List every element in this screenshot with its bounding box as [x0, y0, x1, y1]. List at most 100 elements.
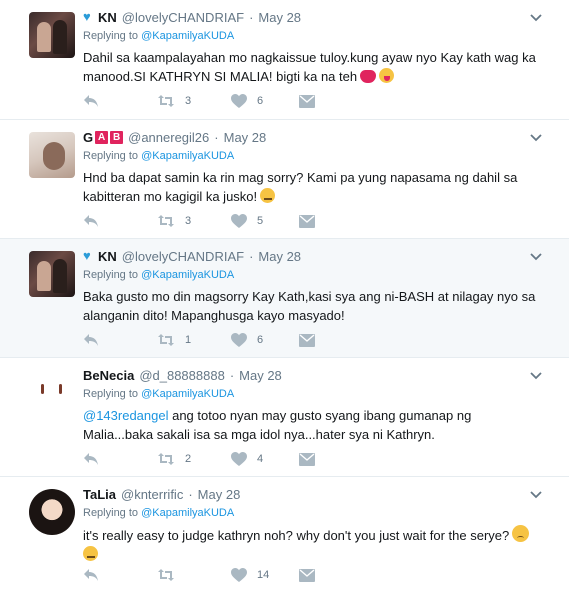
tweet-time[interactable]: May 28: [239, 368, 282, 383]
reply-icon: [84, 334, 98, 346]
like-count: 5: [257, 215, 264, 227]
reply-button[interactable]: [83, 94, 157, 108]
user-handle[interactable]: @lovelyCHANDRIAF: [122, 249, 244, 264]
tweet-actions: 3 5: [83, 213, 315, 229]
direct-message-button[interactable]: [299, 94, 315, 108]
reply-to-link[interactable]: @KapamilyaKUDA: [141, 150, 234, 162]
tweet-header: ♥ KN @lovelyCHANDRIAF · May 28: [83, 247, 543, 265]
avatar[interactable]: [29, 489, 75, 535]
reply-context: Replying to @KapamilyaKUDA: [83, 269, 543, 283]
envelope-icon: [299, 94, 315, 108]
reply-context: Replying to @KapamilyaKUDA: [83, 150, 543, 164]
sad-face-emoji-icon: [512, 525, 530, 542]
avatar[interactable]: [29, 132, 75, 178]
display-name-initial[interactable]: G: [83, 130, 93, 145]
direct-message-button[interactable]: [299, 452, 315, 466]
envelope-icon: [299, 452, 315, 466]
separator-dot: ·: [188, 486, 193, 502]
reply-icon: [84, 215, 98, 227]
like-button[interactable]: 5: [231, 214, 299, 228]
user-handle[interactable]: @d_88888888: [139, 368, 225, 383]
tweet-content: TaLia @knterrific · May 28 Replying to @…: [83, 485, 543, 564]
tweet-header: G A B @anneregil26 · May 28: [83, 128, 543, 146]
avatar[interactable]: [29, 251, 75, 297]
tweet-body: Dahil sa kaampalayahan mo nagkaissue tul…: [83, 50, 536, 84]
tweet[interactable]: BeNecia @d_88888888 · May 28 Replying to…: [0, 358, 569, 477]
reply-prefix: Replying to: [83, 269, 139, 281]
retweet-button[interactable]: 2: [157, 452, 231, 466]
retweet-button[interactable]: 1: [157, 333, 231, 347]
reply-prefix: Replying to: [83, 150, 139, 162]
avatar-mark: [41, 384, 44, 394]
tweet[interactable]: ♥ KN @lovelyCHANDRIAF · May 28 Replying …: [0, 0, 569, 120]
tweet-content: ♥ KN @lovelyCHANDRIAF · May 28 Replying …: [83, 247, 543, 325]
reply-context: Replying to @KapamilyaKUDA: [83, 388, 543, 402]
chevron-down-icon[interactable]: [529, 487, 543, 501]
like-button[interactable]: 6: [231, 94, 299, 108]
display-name[interactable]: KN: [98, 10, 117, 25]
retweet-button[interactable]: 3: [157, 94, 231, 108]
chevron-down-icon[interactable]: [529, 249, 543, 263]
reply-to-link[interactable]: @KapamilyaKUDA: [141, 269, 234, 281]
envelope-icon: [299, 568, 315, 582]
like-button[interactable]: 6: [231, 333, 299, 347]
user-handle[interactable]: @anneregil26: [128, 130, 209, 145]
tongue-emoji-icon: [379, 68, 395, 83]
reply-prefix: Replying to: [83, 388, 139, 400]
reply-button[interactable]: [83, 452, 157, 466]
reply-button[interactable]: [83, 333, 157, 347]
direct-message-button[interactable]: [299, 214, 315, 228]
heart-icon: [231, 452, 247, 466]
reply-icon: [84, 569, 98, 581]
retweet-count: 3: [185, 95, 192, 107]
display-name[interactable]: TaLia: [83, 487, 116, 502]
tweet-time[interactable]: May 28: [258, 10, 301, 25]
reply-context: Replying to @KapamilyaKUDA: [83, 30, 543, 44]
reply-to-link[interactable]: @KapamilyaKUDA: [141, 388, 234, 400]
like-button[interactable]: 4: [231, 452, 299, 466]
tweet[interactable]: TaLia @knterrific · May 28 Replying to @…: [0, 477, 569, 593]
reply-button[interactable]: [83, 214, 157, 228]
display-name[interactable]: BeNecia: [83, 368, 134, 383]
mention-link[interactable]: @143redangel: [83, 408, 168, 423]
retweet-button[interactable]: [157, 568, 231, 582]
reply-to-link[interactable]: @KapamilyaKUDA: [141, 507, 234, 519]
user-handle[interactable]: @lovelyCHANDRIAF: [122, 10, 244, 25]
tweet-actions: 3 6: [83, 93, 315, 109]
tweet-text: Baka gusto mo din magsorry Kay Kath,kasi…: [83, 289, 536, 323]
separator-dot: ·: [214, 129, 219, 145]
reply-button[interactable]: [83, 568, 157, 582]
retweet-icon: [158, 334, 174, 346]
tweet-time[interactable]: May 28: [258, 249, 301, 264]
heart-icon: [231, 94, 247, 108]
chevron-down-icon[interactable]: [529, 368, 543, 382]
retweet-button[interactable]: 3: [157, 214, 231, 228]
tweet-text: Dahil sa kaampalayahan mo nagkaissue tul…: [83, 48, 543, 86]
tweet-text: Hnd ba dapat samin ka rin mag sorry? Kam…: [83, 168, 543, 206]
reply-prefix: Replying to: [83, 30, 139, 42]
tweet-header: TaLia @knterrific · May 28: [83, 485, 543, 503]
like-button[interactable]: 14: [231, 568, 299, 582]
user-handle[interactable]: @knterrific: [121, 487, 183, 502]
reply-icon: [84, 453, 98, 465]
tweet[interactable]: ♥ KN @lovelyCHANDRIAF · May 28 Replying …: [0, 239, 569, 358]
retweet-count: 1: [185, 334, 192, 346]
tweet-actions: 14: [83, 567, 315, 583]
avatar-mark: [59, 384, 62, 394]
retweet-icon: [158, 569, 174, 581]
chevron-down-icon[interactable]: [529, 130, 543, 144]
direct-message-button[interactable]: [299, 333, 315, 347]
letter-b-badge: B: [110, 130, 124, 144]
avatar[interactable]: [29, 370, 75, 416]
tweet[interactable]: G A B @anneregil26 · May 28 Replying to …: [0, 120, 569, 239]
reply-to-link[interactable]: @KapamilyaKUDA: [141, 30, 234, 42]
direct-message-button[interactable]: [299, 568, 315, 582]
blue-heart-icon: ♥: [83, 9, 91, 24]
retweet-count: 3: [185, 215, 192, 227]
chevron-down-icon[interactable]: [529, 10, 543, 24]
tweet-time[interactable]: May 28: [224, 130, 267, 145]
tweet-time[interactable]: May 28: [198, 487, 241, 502]
like-count: 6: [257, 334, 264, 346]
display-name[interactable]: KN: [98, 249, 117, 264]
avatar[interactable]: [29, 12, 75, 58]
